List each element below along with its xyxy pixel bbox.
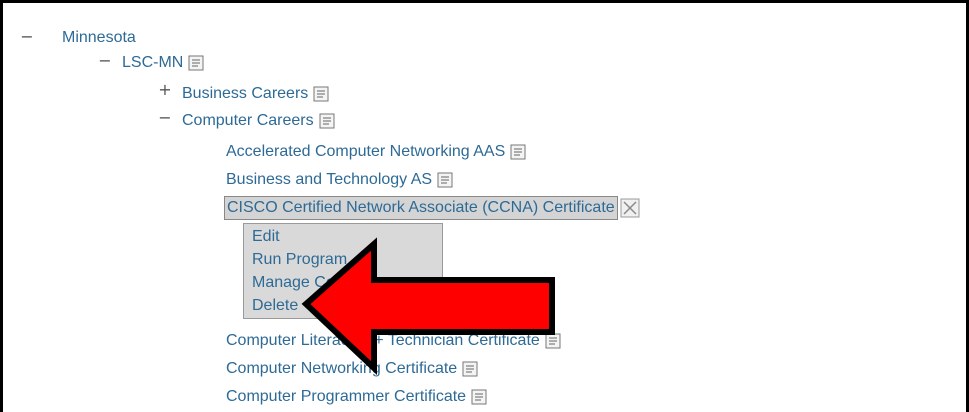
tree-node-program[interactable]: Business and Technology AS <box>226 169 453 191</box>
program-label[interactable]: Computer Programmer Certificate <box>226 388 466 406</box>
collapse-toggle-lsc-mn[interactable]: − <box>98 53 112 69</box>
close-icon[interactable] <box>620 198 640 218</box>
red-arrow-pointer <box>301 237 555 375</box>
program-label[interactable]: Accelerated Computer Networking AAS <box>226 143 505 161</box>
document-icon[interactable] <box>471 389 487 405</box>
collapse-toggle-minnesota[interactable]: − <box>20 29 34 45</box>
collapse-toggle-computer-careers[interactable]: − <box>158 110 172 126</box>
tree-node-label[interactable]: LSC-MN <box>122 54 183 72</box>
tree-node-label[interactable]: Business Careers <box>182 85 308 103</box>
tree-node-minnesota[interactable]: Minnesota <box>62 27 136 49</box>
document-icon[interactable] <box>510 144 526 160</box>
tree-node-computer-careers[interactable]: Computer Careers <box>182 110 335 132</box>
tree-node-label[interactable]: Minnesota <box>62 29 136 47</box>
tree-node-program[interactable]: Computer Programmer Certificate <box>226 386 487 408</box>
tree-node-lsc-mn[interactable]: LSC-MN <box>122 52 204 74</box>
tree-node-program-selected[interactable]: CISCO Certified Network Associate (CCNA)… <box>224 196 640 220</box>
document-icon[interactable] <box>319 113 335 129</box>
selected-program-label[interactable]: CISCO Certified Network Associate (CCNA)… <box>224 196 618 220</box>
document-icon[interactable] <box>313 86 329 102</box>
document-icon[interactable] <box>437 172 453 188</box>
tree-node-program[interactable]: Accelerated Computer Networking AAS <box>226 141 526 163</box>
document-icon[interactable] <box>188 55 204 71</box>
program-label[interactable]: Business and Technology AS <box>226 171 432 189</box>
expand-toggle-business-careers[interactable]: + <box>158 82 172 98</box>
tree-node-label[interactable]: Computer Careers <box>182 112 314 130</box>
tree-node-business-careers[interactable]: Business Careers <box>182 83 329 105</box>
